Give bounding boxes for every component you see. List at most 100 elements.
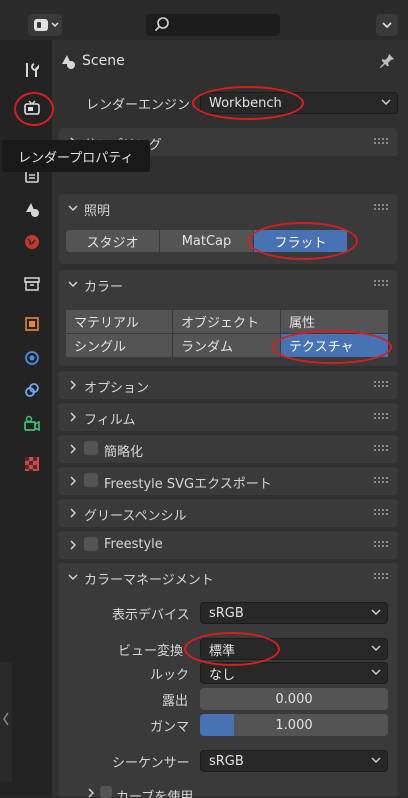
tab-data[interactable]	[20, 412, 44, 436]
lighting-flat-button[interactable]: フラット	[254, 230, 348, 252]
drag-grip-icon[interactable]	[374, 477, 390, 485]
color-material-button[interactable]: マテリアル	[66, 310, 172, 333]
curves-checkbox[interactable]	[100, 786, 112, 798]
drag-grip-icon[interactable]	[374, 541, 390, 549]
view-transform-dropdown[interactable]: 標準	[200, 638, 388, 660]
panel-title: オプション	[84, 381, 150, 396]
display-device-label: 表示デバイス	[112, 608, 190, 623]
scene-icon	[26, 203, 39, 217]
panel-film[interactable]: フィルム	[58, 403, 398, 431]
pin-icon[interactable]	[378, 52, 396, 70]
exposure-label: 露出	[162, 694, 189, 709]
panel-color[interactable]: カラー	[58, 270, 398, 298]
freestyle-checkbox[interactable]	[84, 537, 98, 551]
tab-physics[interactable]	[20, 346, 44, 370]
exposure-value: 0.000	[275, 691, 313, 707]
tab-scene[interactable]	[20, 198, 44, 222]
chevron-down-icon	[371, 669, 381, 675]
lighting-studio-button[interactable]: スタジオ	[66, 230, 160, 252]
panel-lighting[interactable]: 照明	[58, 194, 398, 222]
panel-title: グリースペンシル	[84, 509, 187, 524]
sequencer-dropdown[interactable]: sRGB	[200, 750, 388, 772]
tab-render[interactable]	[20, 96, 44, 120]
panel-title: Freestyle	[104, 537, 163, 552]
chevron-down-icon	[371, 645, 381, 651]
panel-options[interactable]: オプション	[58, 371, 398, 399]
panel-grease-pencil[interactable]: グリースペンシル	[58, 499, 398, 527]
drag-grip-icon[interactable]	[374, 381, 390, 389]
display-device-dropdown[interactable]: sRGB	[200, 602, 388, 624]
chevron-down-icon	[382, 22, 392, 29]
drag-grip-icon[interactable]	[374, 509, 390, 517]
scene-name: Scene	[82, 53, 125, 69]
panel-title: 簡略化	[104, 445, 144, 460]
sidebar-handle[interactable]	[0, 662, 12, 782]
wrench-screwdriver-icon	[26, 63, 40, 77]
chevron-right-icon	[70, 380, 76, 390]
panel-title: カラーマネージメント	[84, 573, 214, 588]
drag-grip-icon[interactable]	[374, 204, 390, 212]
drag-grip-icon[interactable]	[374, 280, 390, 288]
sequencer-value: sRGB	[209, 753, 244, 769]
tab-texture[interactable]	[20, 452, 44, 476]
data-camera-icon	[24, 415, 40, 432]
scene-icon	[62, 55, 75, 69]
search-input[interactable]	[146, 14, 280, 36]
search-icon	[154, 17, 169, 32]
world-globe-icon	[25, 235, 39, 249]
drag-grip-icon[interactable]	[374, 573, 390, 581]
display-device-value: sRGB	[209, 605, 244, 621]
collection-box-icon	[24, 277, 40, 291]
physics-orbit-icon	[25, 351, 39, 365]
drag-grip-icon[interactable]	[374, 138, 390, 146]
chevron-right-icon	[70, 540, 76, 550]
panel-freestyle-svg[interactable]: Freestyle SVGエクスポート	[58, 467, 398, 495]
look-label: ルック	[150, 668, 190, 683]
lighting-mode-selector: スタジオ MatCap フラット	[66, 230, 348, 252]
chevron-down-icon	[68, 574, 78, 580]
panel-freestyle[interactable]: Freestyle	[58, 531, 398, 559]
texture-checker-icon	[25, 457, 39, 471]
panel-title: フィルム	[84, 413, 136, 428]
color-texture-button[interactable]: テクスチャ	[281, 334, 388, 357]
chevron-down-icon	[371, 609, 381, 615]
render-engine-dropdown[interactable]: Workbench	[200, 92, 398, 114]
editor-type-dropdown[interactable]	[28, 14, 62, 36]
gamma-field[interactable]: 1.000	[200, 714, 388, 736]
panel-title: Freestyle SVGエクスポート	[104, 477, 272, 492]
color-object-button[interactable]: オブジェクト	[173, 310, 280, 333]
lighting-matcap-button[interactable]: MatCap	[160, 230, 254, 252]
tooltip: レンダープロパティ	[2, 140, 150, 172]
look-dropdown[interactable]: なし	[200, 662, 388, 684]
color-attribute-button[interactable]: 属性	[281, 310, 388, 333]
chevron-right-icon	[70, 444, 76, 454]
freestyle-svg-checkbox[interactable]	[84, 473, 98, 487]
tab-object[interactable]	[20, 312, 44, 336]
color-single-button[interactable]: シングル	[66, 334, 172, 357]
tab-constraints[interactable]	[20, 378, 44, 402]
curves-subpanel[interactable]: カーブを使用	[66, 784, 366, 798]
simplify-checkbox[interactable]	[84, 441, 98, 455]
panel-color-management[interactable]: カラーマネージメント	[58, 563, 398, 591]
options-dropdown-button[interactable]	[376, 14, 398, 36]
properties-editor-icon	[34, 19, 59, 31]
top-bar	[0, 0, 408, 41]
drag-grip-icon[interactable]	[374, 413, 390, 421]
chevron-right-icon	[70, 508, 76, 518]
chevron-left-icon	[3, 712, 9, 726]
panel-title: カラー	[84, 280, 124, 295]
chevron-right-icon	[70, 476, 76, 486]
look-value: なし	[209, 667, 236, 683]
tab-tool[interactable]	[20, 58, 44, 82]
tab-world[interactable]	[20, 230, 44, 254]
drag-grip-icon[interactable]	[374, 445, 390, 453]
panel-title: 照明	[84, 204, 111, 219]
color-random-button[interactable]: ランダム	[173, 334, 280, 357]
panel-simplify[interactable]: 簡略化	[58, 435, 398, 463]
exposure-field[interactable]: 0.000	[200, 688, 388, 710]
view-transform-label: ビュー変換	[118, 644, 184, 659]
tab-collection[interactable]	[20, 272, 44, 296]
object-square-icon	[25, 317, 39, 331]
sequencer-label: シーケンサー	[112, 756, 190, 771]
gamma-label: ガンマ	[150, 720, 190, 735]
